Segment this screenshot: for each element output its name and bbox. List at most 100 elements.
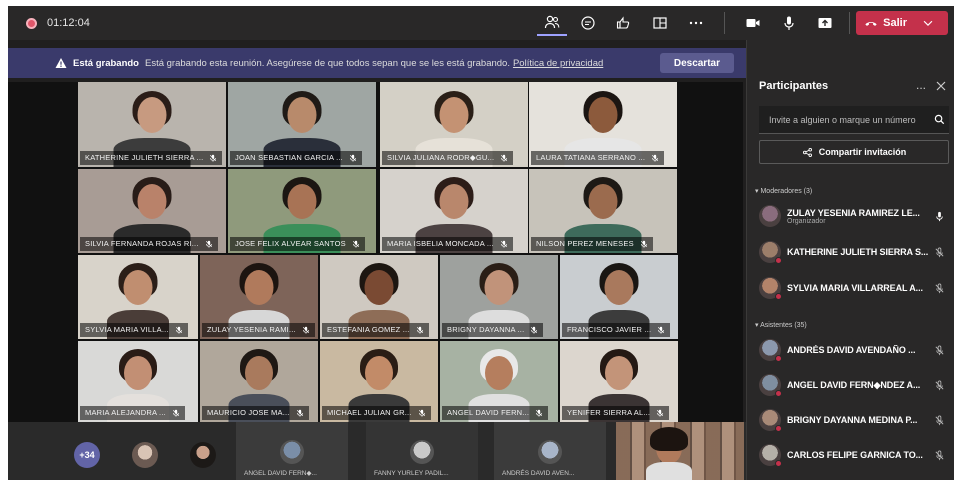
participant-video-tile[interactable]: LAURA TATIANA SERRANO ... bbox=[529, 82, 677, 167]
participant-face bbox=[124, 356, 152, 390]
banner-bold-label: Está grabando bbox=[73, 57, 139, 69]
mic-muted-icon[interactable] bbox=[934, 345, 945, 356]
mic-muted-icon[interactable] bbox=[934, 415, 945, 426]
participant-video-tile[interactable]: MARIA ALEJANDRA ... bbox=[78, 341, 198, 422]
participant-video-tile[interactable]: FRANCISCO JAVIER ... bbox=[560, 255, 678, 339]
mic-muted-icon[interactable] bbox=[934, 283, 945, 294]
leave-button[interactable]: Salir bbox=[856, 11, 948, 35]
close-icon[interactable] bbox=[935, 80, 947, 92]
privacy-policy-link[interactable]: Política de privacidad bbox=[513, 58, 603, 69]
mic-muted-icon bbox=[352, 240, 359, 248]
teams-meeting-window: 01:12:04 Salir Está grabando Está graban… bbox=[8, 6, 954, 480]
participant-name-label: ZULAY YESENIA RAMI... bbox=[202, 323, 315, 337]
avatar bbox=[759, 339, 782, 362]
mic-button[interactable] bbox=[774, 10, 804, 36]
overflow-participant-tile[interactable]: FANNY YURLEY PADIL... bbox=[366, 422, 478, 480]
mic-muted-icon[interactable] bbox=[934, 380, 945, 391]
participant-face bbox=[137, 97, 167, 133]
participant-list-item[interactable]: CARLOS FELIPE GARNICA TO... bbox=[759, 440, 949, 470]
participant-face bbox=[605, 356, 633, 390]
participants-button[interactable] bbox=[537, 10, 568, 36]
overflow-participant-tile[interactable]: ANGEL DAVID FERN◆... bbox=[236, 422, 348, 480]
rooms-button[interactable] bbox=[645, 10, 675, 36]
participants-icon bbox=[545, 15, 560, 29]
banner-text: Está grabando esta reunión. Asegúrese de… bbox=[145, 57, 510, 69]
participant-name-label: ESTEFANIA GOMEZ ... bbox=[322, 323, 429, 337]
participant-video-tile[interactable]: JOAN SEBASTIAN GARCIA ... bbox=[228, 82, 376, 167]
participant-video-tile[interactable]: MAURICIO JOSE MA... bbox=[200, 341, 318, 422]
share-invite-label: Compartir invitación bbox=[818, 147, 907, 157]
avatar bbox=[759, 241, 782, 264]
share-screen-button[interactable] bbox=[810, 10, 840, 36]
participant-name-label: NILSON PEREZ MENESES bbox=[531, 237, 653, 251]
mic-icon[interactable] bbox=[934, 211, 945, 222]
participant-video-tile[interactable]: ZULAY YESENIA RAMI... bbox=[200, 255, 318, 339]
avatar[interactable] bbox=[190, 442, 216, 468]
mic-muted-icon[interactable] bbox=[934, 247, 945, 258]
participant-name: KATHERINE JULIETH SIERRA S... bbox=[787, 247, 929, 257]
mic-muted-icon bbox=[640, 240, 647, 248]
participant-list-item[interactable]: KATHERINE JULIETH SIERRA S... bbox=[759, 237, 949, 267]
mic-muted-icon bbox=[652, 154, 659, 162]
participant-video-tile[interactable]: MICHAEL JULIAN GR... bbox=[320, 341, 438, 422]
chat-button[interactable] bbox=[573, 10, 603, 36]
participant-video-tile[interactable]: SILVIA JULIANA RODR◆GU... bbox=[380, 82, 528, 167]
mic-muted-icon bbox=[501, 154, 508, 162]
attendees-section-header[interactable]: ▾ Asistentes (35) bbox=[755, 321, 807, 329]
share-invite-button[interactable]: Compartir invitación bbox=[759, 140, 949, 164]
participant-name: JOAN SEBASTIAN GARCIA ... bbox=[235, 153, 343, 162]
camera-button[interactable] bbox=[738, 10, 768, 36]
participant-video-tile[interactable]: ESTEFANIA GOMEZ ... bbox=[320, 255, 438, 339]
participant-list-item[interactable]: ANGEL DAVID FERN◆NDEZ A... bbox=[759, 370, 949, 400]
participant-list-item[interactable]: SYLVIA MARIA VILLARREAL A... bbox=[759, 273, 949, 303]
participant-video-tile[interactable]: SYLVIA MARIA VILLA... bbox=[78, 255, 198, 339]
participant-video-tile[interactable]: NILSON PEREZ MENESES bbox=[529, 169, 677, 253]
warning-icon bbox=[55, 58, 67, 68]
participant-video-tile[interactable]: YENIFER SIERRA AL... bbox=[560, 341, 678, 422]
participant-video-tile[interactable]: JOSE FELIX ALVEAR SANTOS bbox=[228, 169, 376, 253]
overflow-participant-tile[interactable]: ANDRÉS DAVID AVEN... bbox=[494, 422, 606, 480]
participant-name-label: SILVIA FERNANDA ROJAS RI... bbox=[80, 237, 218, 251]
avatar[interactable] bbox=[132, 442, 158, 468]
participant-name: ANGEL DAVID FERN... bbox=[447, 408, 530, 417]
participant-name: ANGEL DAVID FERN◆NDEZ A... bbox=[787, 379, 921, 390]
avatar bbox=[759, 277, 782, 300]
participant-list-item[interactable]: BRIGNY DAYANNA MEDINA P... bbox=[759, 405, 949, 435]
moderators-label: Moderadores (3) bbox=[760, 188, 813, 195]
mic-muted-icon[interactable] bbox=[934, 450, 945, 461]
avatar bbox=[538, 440, 562, 464]
reactions-icon bbox=[617, 16, 630, 29]
participant-video-tile[interactable]: BRIGNY DAYANNA ... bbox=[440, 255, 558, 339]
participant-face bbox=[484, 270, 514, 305]
status-badge bbox=[775, 257, 782, 264]
participant-video-tile[interactable]: SILVIA FERNANDA ROJAS RI... bbox=[78, 169, 226, 253]
invite-input[interactable]: Invite a alguien o marque un número bbox=[759, 106, 949, 134]
avatar bbox=[759, 409, 782, 432]
participant-name: FRANCISCO JAVIER ... bbox=[567, 325, 652, 334]
participant-name: YENIFER SIERRA AL... bbox=[567, 408, 651, 417]
participant-name: ANGEL DAVID FERN◆... bbox=[244, 470, 317, 477]
dismiss-button[interactable]: Descartar bbox=[659, 53, 734, 73]
video-gallery: KATHERINE JULIETH SIERRA ... JOAN SEBASTI… bbox=[8, 82, 743, 422]
participant-name: NILSON PEREZ MENESES bbox=[536, 239, 634, 248]
search-icon[interactable] bbox=[934, 114, 945, 125]
moderators-section-header[interactable]: ▾ Moderadores (3) bbox=[755, 187, 812, 195]
participant-list-item[interactable]: ANDRÉS DAVID AVENDAÑO ... bbox=[759, 335, 949, 365]
more-participants-badge[interactable]: +34 bbox=[74, 442, 100, 468]
participant-video-tile[interactable]: ANGEL DAVID FERN... bbox=[440, 341, 558, 422]
panel-more-button[interactable]: ... bbox=[916, 78, 926, 92]
participant-video-tile[interactable]: KATHERINE JULIETH SIERRA ... bbox=[78, 82, 226, 167]
share-link-icon bbox=[802, 147, 812, 157]
participant-video-tile[interactable]: MARIA ISBELIA MONCADA ... bbox=[380, 169, 528, 253]
mic-muted-icon bbox=[296, 409, 303, 417]
reactions-button[interactable] bbox=[609, 10, 639, 36]
camera-icon bbox=[746, 19, 760, 27]
participant-face bbox=[365, 356, 393, 390]
participant-name-label: KATHERINE JULIETH SIERRA ... bbox=[80, 151, 223, 165]
participant-name-label: ANGEL DAVID FERN... bbox=[442, 406, 549, 420]
more-actions-button[interactable] bbox=[681, 10, 711, 36]
participant-name: MARIA ISBELIA MONCADA ... bbox=[387, 239, 494, 248]
participant-list-item[interactable]: ZULAY YESENIA RAMIREZ LE... Organizador bbox=[759, 201, 949, 231]
participant-name: MAURICIO JOSE MA... bbox=[207, 408, 290, 417]
chevron-down-icon[interactable] bbox=[921, 16, 935, 30]
